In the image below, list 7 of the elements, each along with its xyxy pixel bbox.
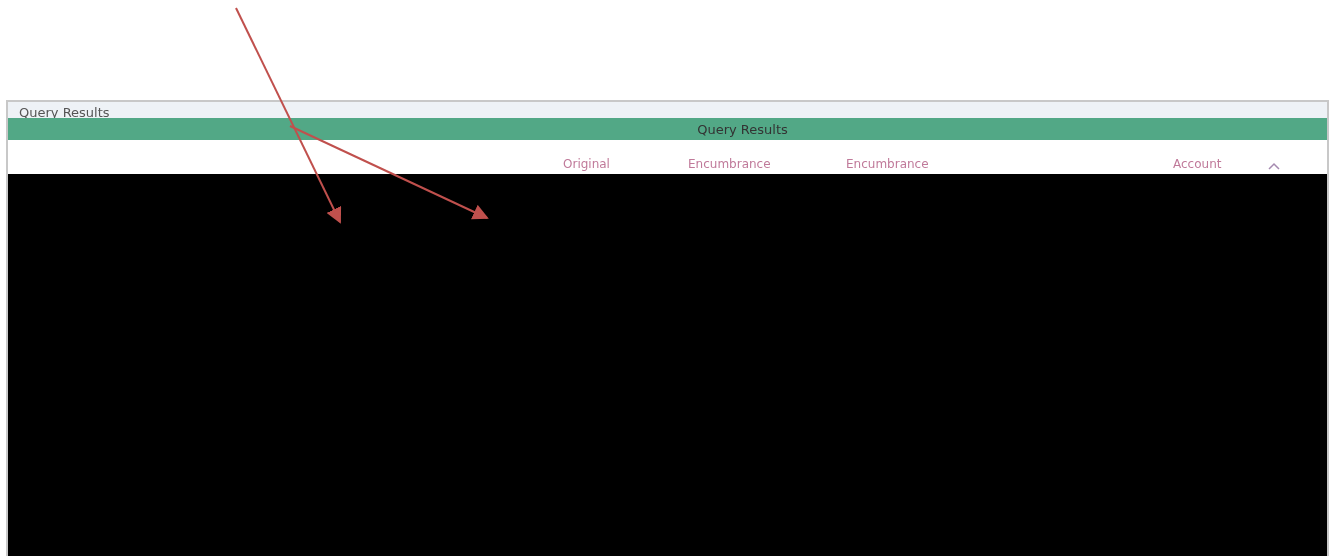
column-header[interactable]: Encumbrance — [688, 157, 771, 171]
column-header[interactable]: Encumbrance — [846, 157, 929, 171]
panel-title: Query Results — [19, 105, 110, 121]
column-header[interactable]: Original — [563, 157, 610, 171]
banner-title: Query Results — [697, 121, 788, 137]
sort-icon[interactable] — [1268, 162, 1280, 170]
column-header[interactable]: Account — [1173, 157, 1222, 171]
